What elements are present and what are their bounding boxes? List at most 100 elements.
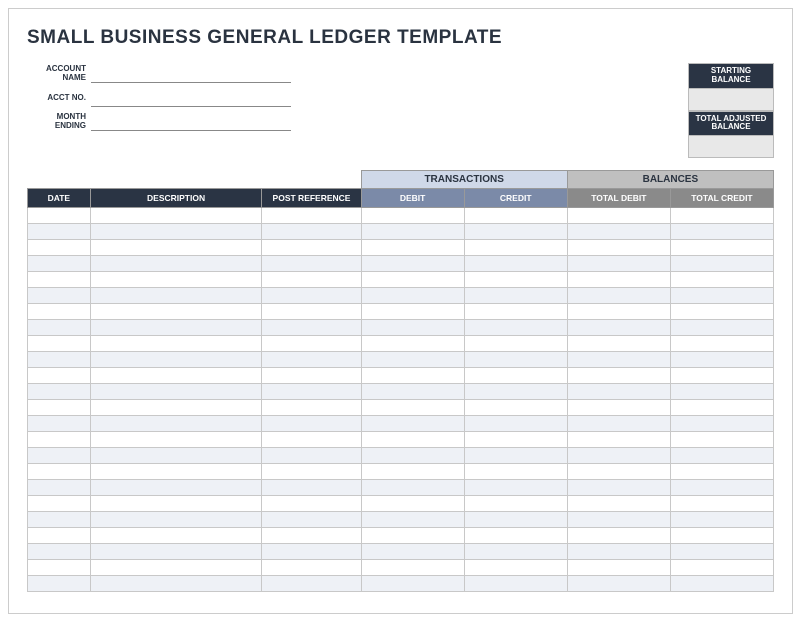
cell-description[interactable] [90, 320, 262, 336]
cell-credit[interactable] [464, 544, 567, 560]
cell-debit[interactable] [361, 320, 464, 336]
cell-credit[interactable] [464, 464, 567, 480]
cell-debit[interactable] [361, 288, 464, 304]
cell-description[interactable] [90, 256, 262, 272]
cell-total_credit[interactable] [670, 256, 773, 272]
cell-debit[interactable] [361, 496, 464, 512]
cell-debit[interactable] [361, 480, 464, 496]
cell-post_reference[interactable] [262, 224, 361, 240]
acct-no-input[interactable] [91, 89, 291, 107]
cell-date[interactable] [28, 432, 91, 448]
cell-description[interactable] [90, 288, 262, 304]
cell-total_debit[interactable] [567, 368, 670, 384]
cell-post_reference[interactable] [262, 384, 361, 400]
cell-description[interactable] [90, 480, 262, 496]
cell-total_credit[interactable] [670, 576, 773, 592]
cell-date[interactable] [28, 368, 91, 384]
cell-total_credit[interactable] [670, 352, 773, 368]
cell-post_reference[interactable] [262, 240, 361, 256]
cell-total_credit[interactable] [670, 432, 773, 448]
cell-credit[interactable] [464, 480, 567, 496]
cell-debit[interactable] [361, 336, 464, 352]
cell-total_credit[interactable] [670, 464, 773, 480]
cell-credit[interactable] [464, 336, 567, 352]
cell-credit[interactable] [464, 320, 567, 336]
cell-debit[interactable] [361, 400, 464, 416]
cell-description[interactable] [90, 544, 262, 560]
cell-date[interactable] [28, 400, 91, 416]
cell-total_credit[interactable] [670, 560, 773, 576]
cell-description[interactable] [90, 576, 262, 592]
cell-description[interactable] [90, 560, 262, 576]
cell-date[interactable] [28, 256, 91, 272]
cell-total_debit[interactable] [567, 336, 670, 352]
cell-total_debit[interactable] [567, 272, 670, 288]
cell-date[interactable] [28, 336, 91, 352]
cell-post_reference[interactable] [262, 464, 361, 480]
cell-total_debit[interactable] [567, 320, 670, 336]
cell-credit[interactable] [464, 368, 567, 384]
cell-debit[interactable] [361, 544, 464, 560]
cell-description[interactable] [90, 304, 262, 320]
cell-total_debit[interactable] [567, 240, 670, 256]
cell-date[interactable] [28, 528, 91, 544]
cell-total_credit[interactable] [670, 544, 773, 560]
cell-date[interactable] [28, 224, 91, 240]
cell-date[interactable] [28, 576, 91, 592]
cell-total_credit[interactable] [670, 320, 773, 336]
cell-debit[interactable] [361, 512, 464, 528]
cell-date[interactable] [28, 416, 91, 432]
cell-credit[interactable] [464, 416, 567, 432]
month-ending-input[interactable] [91, 113, 291, 131]
cell-total_debit[interactable] [567, 448, 670, 464]
cell-credit[interactable] [464, 272, 567, 288]
cell-debit[interactable] [361, 208, 464, 224]
cell-post_reference[interactable] [262, 416, 361, 432]
cell-post_reference[interactable] [262, 432, 361, 448]
cell-description[interactable] [90, 384, 262, 400]
cell-total_debit[interactable] [567, 304, 670, 320]
cell-post_reference[interactable] [262, 544, 361, 560]
cell-credit[interactable] [464, 400, 567, 416]
cell-date[interactable] [28, 208, 91, 224]
cell-description[interactable] [90, 240, 262, 256]
cell-total_debit[interactable] [567, 528, 670, 544]
cell-post_reference[interactable] [262, 272, 361, 288]
cell-debit[interactable] [361, 464, 464, 480]
cell-total_credit[interactable] [670, 416, 773, 432]
cell-description[interactable] [90, 224, 262, 240]
cell-post_reference[interactable] [262, 448, 361, 464]
cell-total_debit[interactable] [567, 384, 670, 400]
cell-debit[interactable] [361, 272, 464, 288]
cell-debit[interactable] [361, 224, 464, 240]
cell-debit[interactable] [361, 416, 464, 432]
cell-date[interactable] [28, 240, 91, 256]
cell-description[interactable] [90, 416, 262, 432]
cell-post_reference[interactable] [262, 288, 361, 304]
cell-debit[interactable] [361, 240, 464, 256]
cell-total_debit[interactable] [567, 400, 670, 416]
cell-post_reference[interactable] [262, 336, 361, 352]
cell-debit[interactable] [361, 352, 464, 368]
cell-description[interactable] [90, 272, 262, 288]
cell-description[interactable] [90, 368, 262, 384]
cell-post_reference[interactable] [262, 256, 361, 272]
cell-debit[interactable] [361, 560, 464, 576]
cell-total_debit[interactable] [567, 512, 670, 528]
cell-total_credit[interactable] [670, 512, 773, 528]
cell-description[interactable] [90, 400, 262, 416]
cell-total_debit[interactable] [567, 544, 670, 560]
cell-total_credit[interactable] [670, 480, 773, 496]
starting-balance-value[interactable] [689, 88, 773, 110]
cell-credit[interactable] [464, 560, 567, 576]
cell-total_credit[interactable] [670, 304, 773, 320]
cell-date[interactable] [28, 352, 91, 368]
cell-description[interactable] [90, 336, 262, 352]
cell-total_credit[interactable] [670, 496, 773, 512]
cell-date[interactable] [28, 464, 91, 480]
cell-debit[interactable] [361, 368, 464, 384]
cell-total_credit[interactable] [670, 528, 773, 544]
cell-total_debit[interactable] [567, 464, 670, 480]
cell-total_credit[interactable] [670, 208, 773, 224]
cell-post_reference[interactable] [262, 528, 361, 544]
